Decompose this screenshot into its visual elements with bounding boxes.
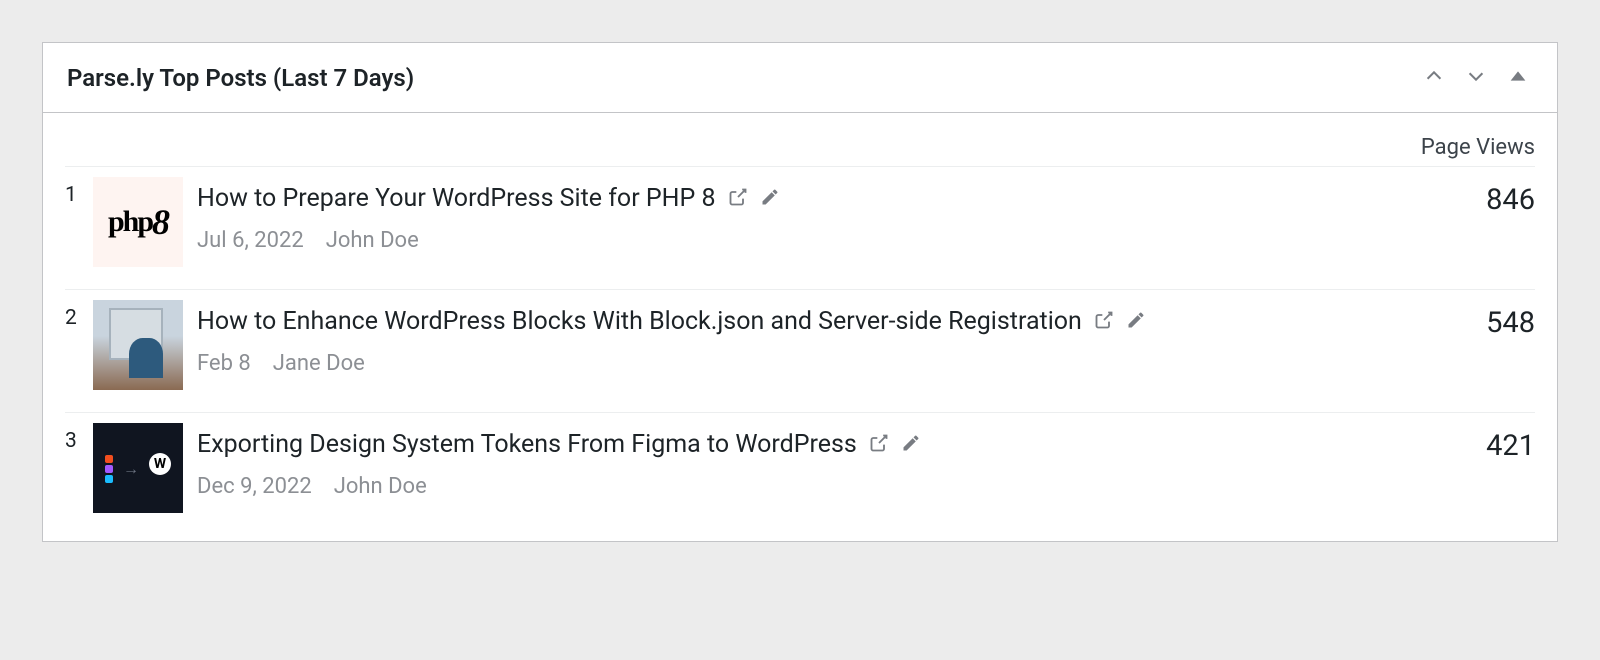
post-author: John Doe	[326, 228, 419, 253]
post-title-row: How to Enhance WordPress Blocks With Blo…	[197, 306, 1472, 339]
edit-button[interactable]	[760, 187, 780, 211]
post-author: John Doe	[334, 474, 427, 499]
post-title-row: How to Prepare Your WordPress Site for P…	[197, 183, 1472, 216]
post-main: How to Prepare Your WordPress Site for P…	[197, 177, 1472, 253]
chevron-down-icon	[1465, 65, 1487, 90]
external-link-icon	[1094, 310, 1114, 334]
external-link-button[interactable]	[1094, 310, 1114, 334]
post-meta: Dec 9, 2022 John Doe	[197, 474, 1472, 499]
post-row: 1 php8 How to Prepare Your WordPress Sit…	[65, 167, 1535, 290]
move-down-button[interactable]	[1461, 61, 1491, 94]
pencil-icon	[1126, 310, 1146, 334]
column-header-page-views: Page Views	[1421, 135, 1535, 160]
post-date: Dec 9, 2022	[197, 474, 312, 499]
post-main: Exporting Design System Tokens From Figm…	[197, 423, 1472, 499]
post-rank: 3	[65, 423, 79, 453]
widget-body: Page Views 1 php8 How to Prepare Your Wo…	[43, 113, 1557, 541]
post-title-link[interactable]: How to Enhance WordPress Blocks With Blo…	[197, 306, 1082, 339]
collapse-button[interactable]	[1503, 61, 1533, 94]
move-up-button[interactable]	[1419, 61, 1449, 94]
post-row: 3 →W Exporting Design System Tokens From…	[65, 413, 1535, 513]
table-header: Page Views	[65, 135, 1535, 167]
post-meta: Jul 6, 2022 John Doe	[197, 228, 1472, 253]
post-thumbnail[interactable]	[93, 300, 183, 390]
post-views: 846	[1486, 177, 1535, 217]
post-title-link[interactable]: Exporting Design System Tokens From Figm…	[197, 429, 857, 462]
posts-list: 1 php8 How to Prepare Your WordPress Sit…	[65, 167, 1535, 513]
post-rank: 2	[65, 300, 79, 330]
pencil-icon	[760, 187, 780, 211]
external-link-button[interactable]	[728, 187, 748, 211]
external-link-button[interactable]	[869, 433, 889, 457]
post-date: Jul 6, 2022	[197, 228, 304, 253]
edit-button[interactable]	[901, 433, 921, 457]
post-views: 548	[1486, 300, 1535, 340]
post-thumbnail[interactable]: php8	[93, 177, 183, 267]
edit-button[interactable]	[1126, 310, 1146, 334]
post-meta: Feb 8 Jane Doe	[197, 351, 1472, 376]
post-title-row: Exporting Design System Tokens From Figm…	[197, 429, 1472, 462]
widget-controls	[1419, 61, 1533, 94]
post-rank: 1	[65, 177, 79, 207]
post-row: 2 How to Enhance WordPress Blocks With B…	[65, 290, 1535, 413]
external-link-icon	[869, 433, 889, 457]
post-date: Feb 8	[197, 351, 251, 376]
post-thumbnail[interactable]: →W	[93, 423, 183, 513]
post-views: 421	[1486, 423, 1535, 463]
post-main: How to Enhance WordPress Blocks With Blo…	[197, 300, 1472, 376]
widget-title: Parse.ly Top Posts (Last 7 Days)	[67, 64, 414, 92]
post-title-link[interactable]: How to Prepare Your WordPress Site for P…	[197, 183, 716, 216]
pencil-icon	[901, 433, 921, 457]
triangle-up-icon	[1507, 65, 1529, 90]
post-author: Jane Doe	[273, 351, 365, 376]
widget-header: Parse.ly Top Posts (Last 7 Days)	[43, 43, 1557, 113]
parsely-top-posts-widget: Parse.ly Top Posts (Last 7 Days) Page Vi…	[42, 42, 1558, 542]
chevron-up-icon	[1423, 65, 1445, 90]
external-link-icon	[728, 187, 748, 211]
